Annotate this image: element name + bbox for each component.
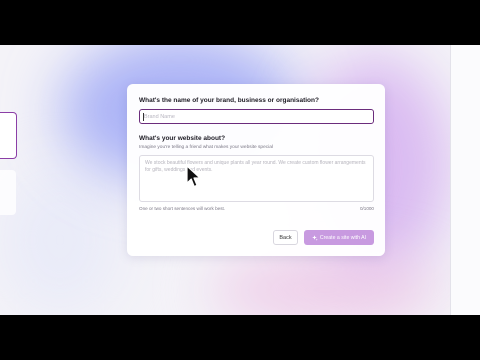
text-caret (143, 112, 144, 121)
website-description-textarea[interactable] (139, 155, 374, 202)
side-panel-tab[interactable] (0, 112, 17, 159)
site-setup-card: What's the name of your brand, business … (127, 84, 385, 256)
back-button[interactable]: Back (273, 230, 298, 245)
right-panel-edge (450, 45, 480, 315)
brand-question-label: What's the name of your brand, business … (139, 97, 319, 104)
brand-name-input[interactable] (139, 109, 374, 124)
app-canvas: What's the name of your brand, business … (0, 45, 480, 315)
about-question-label: What's your website about? (139, 135, 226, 142)
sparkle-icon (312, 234, 318, 241)
about-helper-text: Imagine you're telling a friend what mak… (139, 144, 273, 150)
character-counter: 0/1000 (359, 206, 374, 211)
create-site-label: Create a site with AI (319, 234, 367, 241)
create-site-with-ai-button[interactable]: Create a site with AI (304, 230, 374, 245)
side-panel-tab-secondary (0, 170, 16, 215)
background-gradient-light (0, 165, 120, 315)
description-hint: One or two short sentences will work bes… (139, 206, 226, 211)
mouse-pointer-icon (186, 165, 202, 189)
